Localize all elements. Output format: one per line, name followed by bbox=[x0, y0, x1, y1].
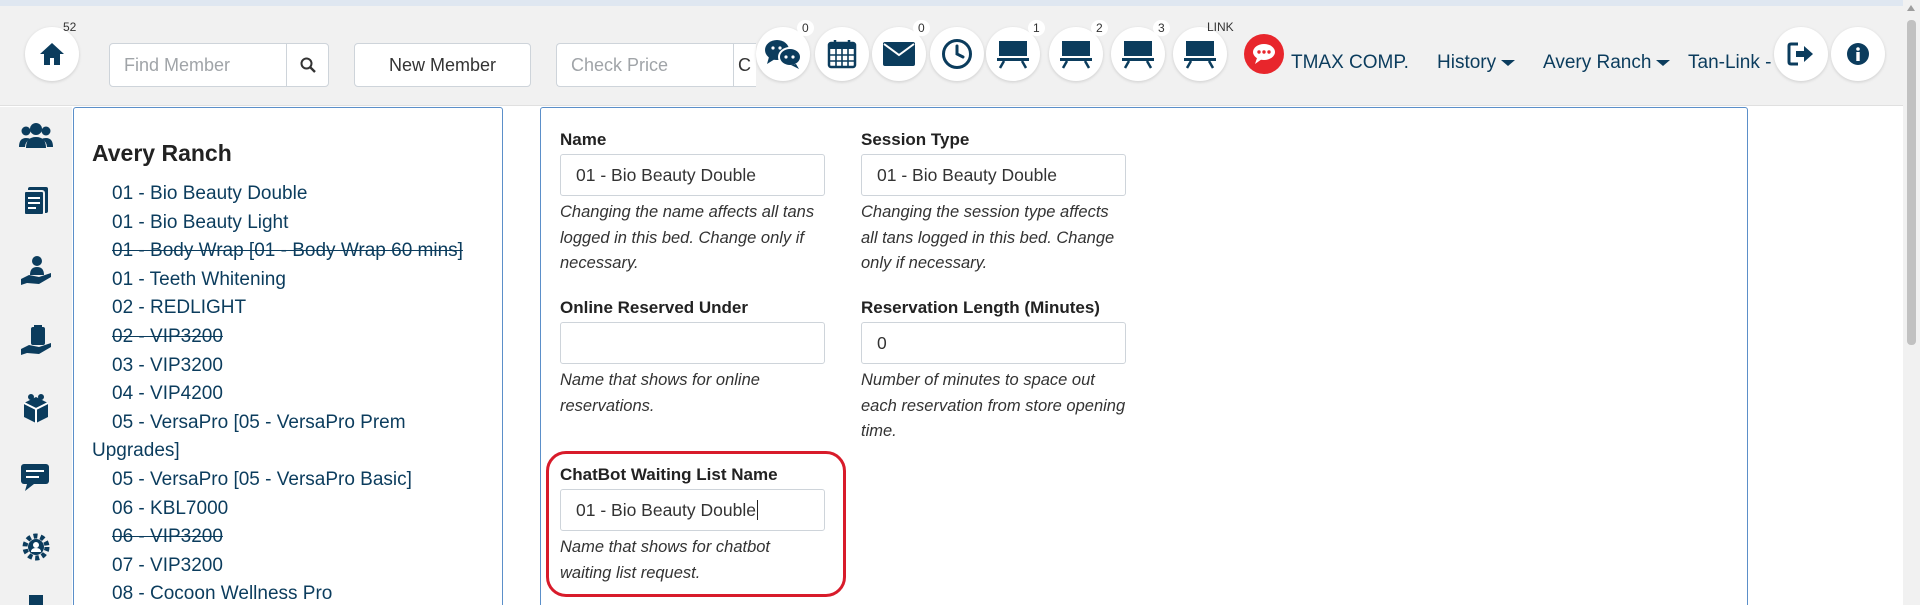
bed-list-item[interactable]: 06 - VIP3200 bbox=[92, 523, 492, 552]
bed-list-item[interactable]: 07 - VIP3200 bbox=[92, 552, 492, 581]
tanning-bed-3-badge: 3 bbox=[1153, 20, 1170, 36]
location-title: Avery Ranch bbox=[92, 140, 232, 166]
packages-icon bbox=[23, 394, 49, 423]
calendar-button[interactable] bbox=[815, 27, 869, 81]
bed-list-item[interactable]: 02 - REDLIGHT bbox=[92, 294, 492, 323]
side-packages-button[interactable] bbox=[18, 391, 54, 427]
online-reserved-label: Online Reserved Under bbox=[560, 298, 749, 317]
find-member-input[interactable] bbox=[110, 44, 286, 86]
tanning-bed-3-icon bbox=[1122, 41, 1154, 69]
chatbot-icon bbox=[1244, 34, 1284, 74]
clock-icon bbox=[942, 39, 972, 69]
history-dropdown[interactable]: History bbox=[1437, 52, 1516, 74]
chatbot-button[interactable] bbox=[1237, 27, 1291, 81]
online-reserved-field: Online Reserved Under Name that shows fo… bbox=[560, 298, 830, 419]
bed-list: 01 - Bio Beauty Double 01 - Bio Beauty Li… bbox=[92, 180, 492, 605]
history-label: History bbox=[1437, 52, 1497, 73]
bed-list-item[interactable]: 01 - Body Wrap [01 - Body Wrap 60 mins] bbox=[92, 237, 492, 266]
tanlink-dropdown[interactable]: Tan-Link - bbox=[1688, 52, 1771, 74]
highlight-annotation bbox=[546, 451, 846, 597]
page-scrollbar[interactable] bbox=[1903, 0, 1920, 605]
check-price-input[interactable] bbox=[557, 44, 733, 86]
check-price-button[interactable]: C bbox=[733, 44, 756, 86]
new-member-button[interactable]: New Member bbox=[354, 43, 531, 87]
name-help: Changing the name affects all tans logge… bbox=[560, 203, 815, 272]
find-member-search-button[interactable] bbox=[286, 44, 328, 86]
chevron-down-icon bbox=[1656, 60, 1671, 66]
home-button[interactable] bbox=[25, 27, 79, 81]
side-services-button[interactable] bbox=[18, 253, 54, 289]
bed-list-item[interactable]: 02 - VIP3200 bbox=[92, 323, 492, 352]
name-input[interactable]: 01 - Bio Beauty Double bbox=[560, 154, 825, 196]
reservation-length-label: Reservation Length (Minutes) bbox=[861, 298, 1100, 317]
tanning-bed-1-badge: 1 bbox=[1028, 20, 1045, 36]
side-nav bbox=[0, 107, 72, 605]
check-price-group: C bbox=[556, 43, 756, 87]
bed-list-panel: Avery Ranch 01 - Bio Beauty Double 01 - B… bbox=[73, 107, 503, 605]
bed-list-item[interactable]: 01 - Teeth Whitening bbox=[92, 266, 492, 295]
more-icon bbox=[29, 595, 43, 605]
side-members-button[interactable] bbox=[18, 117, 54, 153]
mail-icon bbox=[883, 42, 915, 66]
bed-list-item[interactable]: 06 - KBL7000 bbox=[92, 495, 492, 524]
name-field: Name 01 - Bio Beauty Double Changing the… bbox=[560, 130, 830, 277]
session-type-input[interactable]: 01 - Bio Beauty Double bbox=[861, 154, 1126, 196]
session-type-field: Session Type 01 - Bio Beauty Double Chan… bbox=[861, 130, 1131, 277]
tanning-bed-2-icon bbox=[1060, 41, 1092, 69]
logout-button[interactable] bbox=[1774, 27, 1828, 81]
location-dropdown[interactable]: Avery Ranch bbox=[1543, 52, 1671, 74]
bed-list-item[interactable]: 08 - Cocoon Wellness Pro bbox=[92, 580, 492, 605]
tanning-bed-link-button[interactable] bbox=[1173, 27, 1227, 81]
reports-icon bbox=[23, 187, 48, 216]
search-icon bbox=[300, 57, 316, 73]
reservation-length-help: Number of minutes to space out each rese… bbox=[861, 371, 1126, 440]
bed-list-item[interactable]: 03 - VIP3200 bbox=[92, 352, 492, 381]
tanning-bed-link-badge: LINK bbox=[1207, 20, 1234, 34]
settings-icon bbox=[22, 533, 50, 561]
side-more-button[interactable] bbox=[18, 595, 54, 605]
company-name[interactable]: TMAX COMP. bbox=[1291, 52, 1409, 74]
reservation-length-input[interactable]: 0 bbox=[861, 322, 1126, 364]
bed-list-item[interactable]: 05 - VersaPro [05 - VersaPro Prem Upgrad… bbox=[92, 409, 492, 466]
side-products-button[interactable] bbox=[18, 323, 54, 359]
products-icon bbox=[21, 325, 51, 355]
info-button[interactable] bbox=[1831, 27, 1885, 81]
session-type-help: Changing the session type affects all ta… bbox=[861, 203, 1115, 272]
tanning-bed-1-icon bbox=[997, 41, 1029, 69]
chat-bubbles-icon bbox=[765, 40, 802, 69]
home-badge: 52 bbox=[63, 20, 77, 34]
bed-list-item[interactable]: 01 - Bio Beauty Light bbox=[92, 209, 492, 238]
services-icon bbox=[21, 256, 51, 285]
scroll-thumb[interactable] bbox=[1907, 20, 1916, 345]
bed-list-item[interactable]: 01 - Bio Beauty Double bbox=[92, 180, 492, 209]
side-settings-button[interactable] bbox=[18, 529, 54, 565]
chat-badge: 0 bbox=[797, 20, 814, 36]
top-navbar: 52 New Member C 0 bbox=[0, 6, 1920, 106]
tanning-bed-2-badge: 2 bbox=[1091, 20, 1108, 36]
tanning-bed-link-icon bbox=[1184, 41, 1216, 69]
online-reserved-help: Name that shows for online reservations. bbox=[560, 371, 760, 415]
home-icon bbox=[40, 43, 64, 65]
side-messages-button[interactable] bbox=[18, 459, 54, 495]
scroll-up-arrow-icon[interactable] bbox=[1907, 5, 1915, 11]
mail-badge: 0 bbox=[913, 20, 930, 36]
calendar-icon bbox=[827, 40, 857, 69]
bed-list-item[interactable]: 04 - VIP4200 bbox=[92, 380, 492, 409]
members-icon bbox=[19, 123, 53, 148]
bed-list-item[interactable]: 05 - VersaPro [05 - VersaPro Basic] bbox=[92, 466, 492, 495]
location-label: Avery Ranch bbox=[1543, 52, 1652, 73]
online-reserved-input[interactable] bbox=[560, 322, 825, 364]
find-member-group bbox=[109, 43, 329, 87]
logout-icon bbox=[1787, 42, 1813, 66]
clock-button[interactable] bbox=[930, 27, 984, 81]
name-label: Name bbox=[560, 130, 607, 149]
messages-icon bbox=[21, 464, 49, 491]
side-reports-button[interactable] bbox=[18, 183, 54, 219]
session-type-label: Session Type bbox=[861, 130, 970, 149]
info-icon bbox=[1847, 43, 1869, 65]
reservation-length-field: Reservation Length (Minutes) 0 Number of… bbox=[861, 298, 1131, 445]
chevron-down-icon bbox=[1501, 60, 1516, 66]
